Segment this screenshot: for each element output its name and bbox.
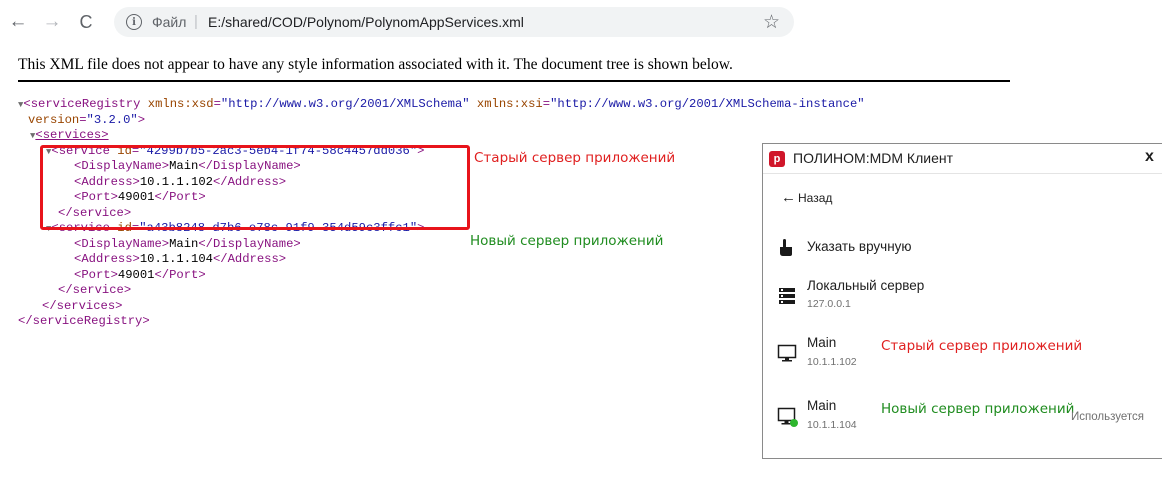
new-server-note: Новый сервер приложений bbox=[881, 401, 1075, 417]
bookmark-star-icon[interactable]: ☆ bbox=[763, 11, 780, 34]
xml-services-close: </services> bbox=[42, 298, 123, 313]
browser-toolbar: ← → C i Файл | E:/shared/COD/Polynom/Pol… bbox=[0, 0, 1162, 44]
monitor-icon bbox=[777, 343, 797, 368]
server-option-new[interactable]: Main 10.1.1.104 Новый сервер приложений … bbox=[777, 398, 1162, 438]
close-icon[interactable]: x bbox=[1145, 148, 1154, 166]
back-label: Назад bbox=[798, 191, 833, 205]
hand-pointer-icon bbox=[777, 237, 795, 262]
address-bar[interactable]: i Файл | E:/shared/COD/Polynom/PolynomAp… bbox=[114, 7, 794, 37]
server-name: Main bbox=[807, 335, 837, 350]
back-arrow-icon: ← bbox=[781, 189, 796, 206]
local-server-option[interactable]: Локальный сервер 127.0.0.1 bbox=[777, 278, 1162, 318]
forward-arrow-icon[interactable]: → bbox=[40, 10, 64, 34]
server-address: 10.1.1.102 bbox=[807, 356, 857, 368]
xml-root-open-line: ▼<serviceRegistry xmlns:xsd="http://www.… bbox=[18, 97, 865, 111]
reload-icon[interactable]: C bbox=[74, 10, 98, 34]
server-name: Main bbox=[807, 398, 837, 413]
xml-services-open-line: ▼<services> bbox=[30, 128, 109, 142]
old-server-highlight-box bbox=[40, 145, 470, 230]
scheme-label: Файл bbox=[152, 14, 187, 30]
xml-service2-close: </service> bbox=[58, 283, 132, 297]
server-address: 10.1.1.104 bbox=[807, 419, 857, 431]
back-button[interactable]: ← Назад bbox=[781, 189, 832, 206]
url-separator: | bbox=[194, 13, 198, 30]
xml-root-close: </serviceRegistry> bbox=[18, 314, 150, 328]
local-server-name: Локальный сервер bbox=[807, 278, 925, 293]
xml-service2-port: <Port>49001</Port> bbox=[74, 267, 206, 282]
manual-option-label: Указать вручную bbox=[807, 239, 912, 254]
monitor-connected-icon bbox=[777, 406, 799, 433]
server-rack-icon bbox=[777, 286, 797, 311]
xml-root-version-line: version="3.2.0"> bbox=[28, 112, 146, 127]
xml-service2-displayname: <DisplayName>Main</DisplayName> bbox=[74, 236, 301, 251]
xml-service2-address: <Address>10.1.1.104</Address> bbox=[74, 252, 287, 266]
old-server-annotation: Старый сервер приложений bbox=[474, 150, 676, 166]
xml-style-notice: This XML file does not appear to have an… bbox=[18, 56, 733, 73]
in-use-badge: Используется bbox=[1071, 411, 1144, 423]
manual-server-option[interactable]: Указать вручную bbox=[777, 236, 1162, 260]
server-option-old[interactable]: Main 10.1.1.102 Старый сервер приложений bbox=[777, 335, 1162, 375]
client-window-title: ПОЛИНОМ:MDM Клиент bbox=[793, 150, 953, 166]
back-arrow-icon[interactable]: ← bbox=[6, 10, 30, 34]
client-title-bar: p ПОЛИНОМ:MDM Клиент x bbox=[763, 144, 1162, 174]
new-server-annotation: Новый сервер приложений bbox=[470, 233, 664, 249]
url-text[interactable]: E:/shared/COD/Polynom/PolynomAppServices… bbox=[208, 14, 524, 30]
old-server-note: Старый сервер приложений bbox=[881, 338, 1083, 354]
notice-divider bbox=[18, 80, 1010, 82]
polynom-app-icon: p bbox=[769, 151, 785, 167]
info-icon[interactable]: i bbox=[126, 14, 142, 30]
mdm-client-window: p ПОЛИНОМ:MDM Клиент x ← Назад Указать вр… bbox=[762, 143, 1162, 459]
local-server-address: 127.0.0.1 bbox=[807, 298, 851, 310]
